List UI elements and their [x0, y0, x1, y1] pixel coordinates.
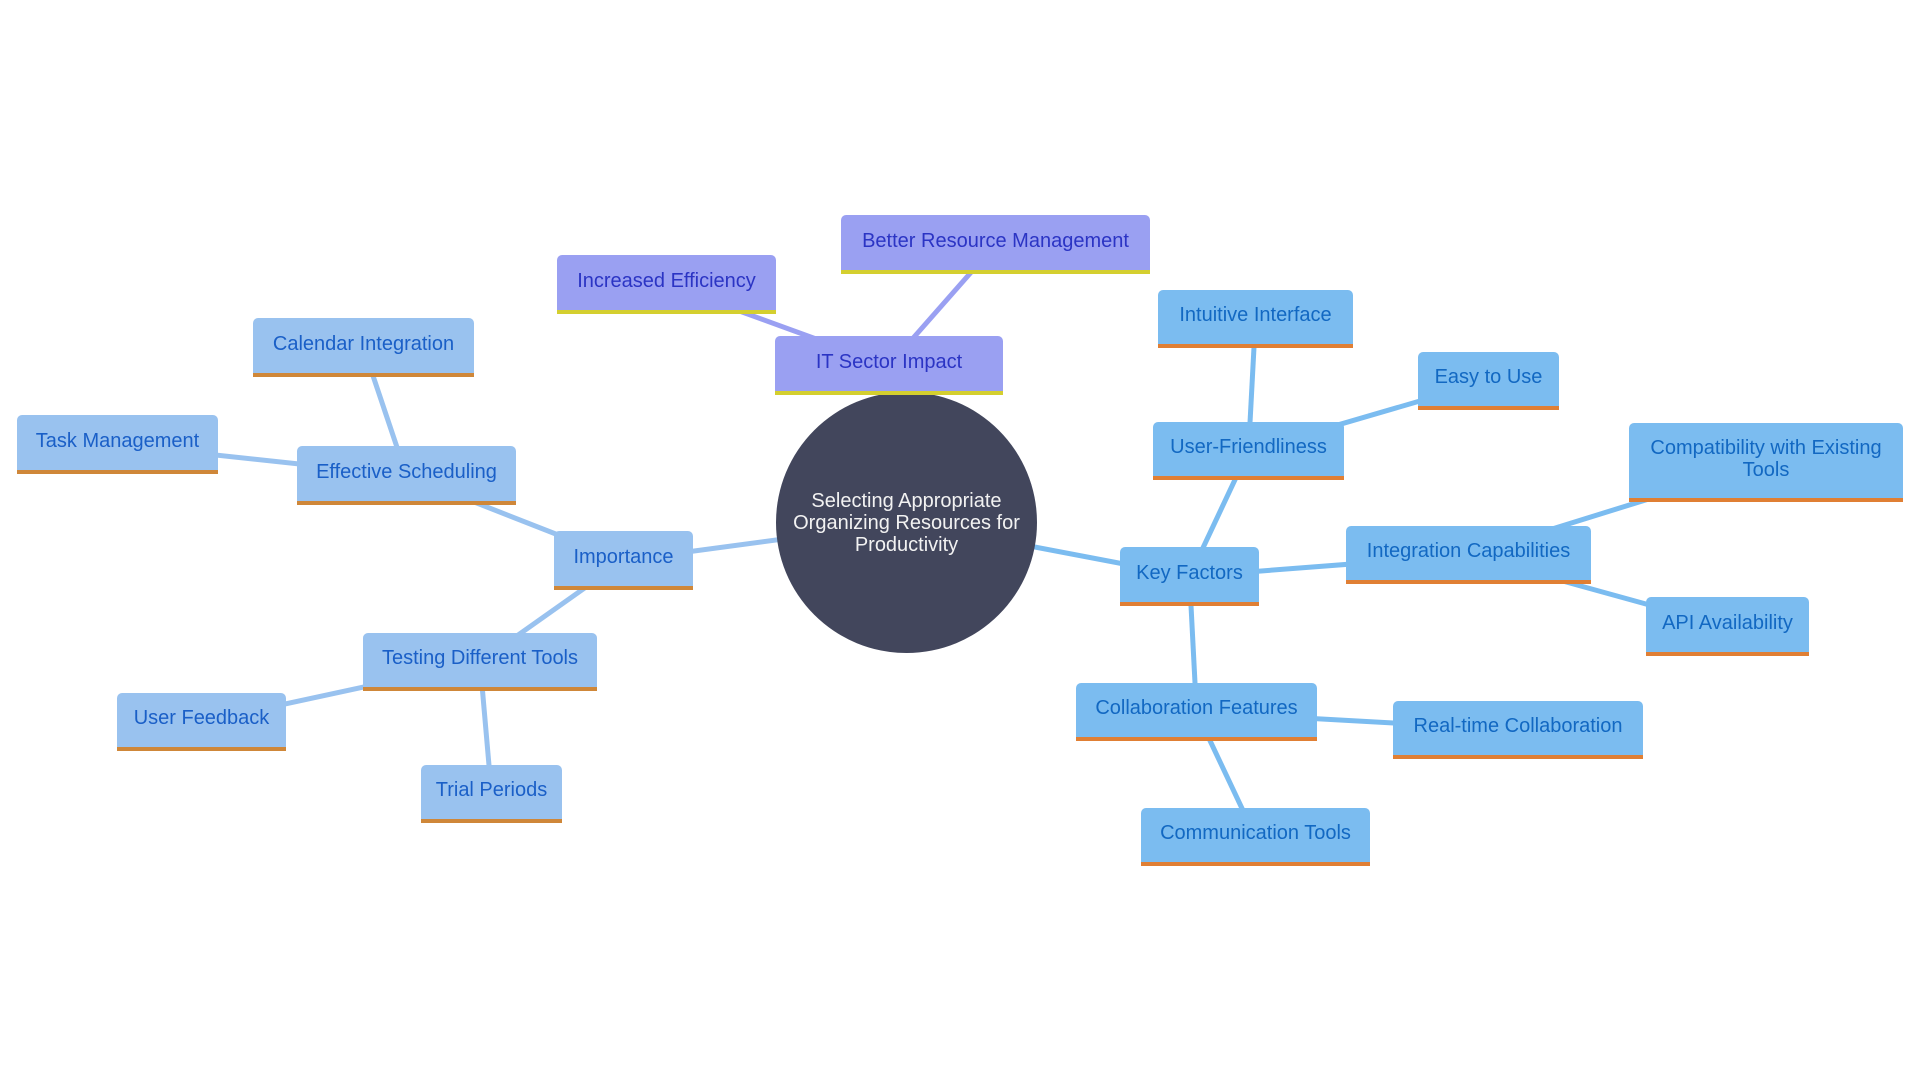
node-testing-different-tools[interactable]: Testing Different Tools: [363, 633, 597, 691]
root-node[interactable]: Selecting Appropriate Organizing Resourc…: [776, 392, 1037, 653]
node-user-friendliness[interactable]: User-Friendliness: [1153, 422, 1344, 480]
node-intuitive-interface[interactable]: Intuitive Interface: [1158, 290, 1353, 348]
node-effective-scheduling[interactable]: Effective Scheduling: [297, 446, 516, 505]
node-easy-to-use[interactable]: Easy to Use: [1418, 352, 1559, 410]
node-integration-capabilities[interactable]: Integration Capabilities: [1346, 526, 1591, 584]
node-collaboration-features[interactable]: Collaboration Features: [1076, 683, 1317, 741]
node-key-factors[interactable]: Key Factors: [1120, 547, 1259, 606]
node-api-availability[interactable]: API Availability: [1646, 597, 1809, 656]
node-communication-tools[interactable]: Communication Tools: [1141, 808, 1370, 866]
node-task-management[interactable]: Task Management: [17, 415, 218, 474]
node-real-time-collaboration[interactable]: Real-time Collaboration: [1393, 701, 1643, 759]
node-better-resource-management[interactable]: Better Resource Management: [841, 215, 1150, 274]
node-increased-efficiency[interactable]: Increased Efficiency: [557, 255, 776, 314]
node-user-feedback[interactable]: User Feedback: [117, 693, 286, 751]
node-importance[interactable]: Importance: [554, 531, 693, 590]
node-calendar-integration[interactable]: Calendar Integration: [253, 318, 474, 377]
node-it-sector-impact[interactable]: IT Sector Impact: [775, 336, 1003, 395]
node-compatibility-with-existing-tools[interactable]: Compatibility with Existing Tools: [1629, 423, 1903, 502]
node-trial-periods[interactable]: Trial Periods: [421, 765, 562, 823]
